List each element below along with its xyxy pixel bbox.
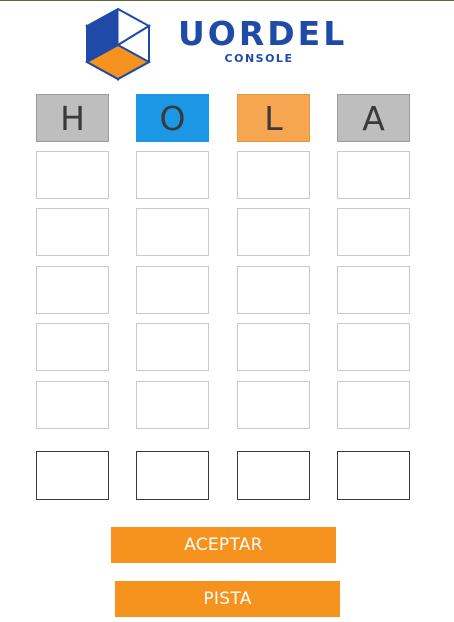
board-cell xyxy=(136,151,209,199)
cube-logo-icon xyxy=(85,7,151,81)
board-cell xyxy=(36,381,109,429)
board-cell xyxy=(237,323,310,371)
board-cell xyxy=(36,151,109,199)
board-cell xyxy=(36,208,109,256)
board-cell xyxy=(36,323,109,371)
letter-input-box[interactable] xyxy=(237,451,310,500)
accept-button[interactable]: ACEPTAR xyxy=(111,527,336,563)
letter-input-box[interactable] xyxy=(36,451,109,500)
board-cell xyxy=(36,266,109,314)
brand-title: UORDEL xyxy=(178,14,348,53)
board-cell xyxy=(237,266,310,314)
letter-input-box[interactable] xyxy=(136,451,209,500)
board-cell xyxy=(237,208,310,256)
board-cell xyxy=(136,323,209,371)
board-cell xyxy=(337,151,410,199)
board-cell xyxy=(237,381,310,429)
board-cell xyxy=(136,266,209,314)
board-cell xyxy=(337,323,410,371)
board-cell: L xyxy=(237,94,310,142)
board-cell: A xyxy=(337,94,410,142)
board-cell xyxy=(237,151,310,199)
board-cell xyxy=(136,208,209,256)
top-border-line xyxy=(0,0,454,1)
brand-subtitle: CONSOLE xyxy=(224,52,294,65)
letter-input-box[interactable] xyxy=(337,451,410,500)
board-cell xyxy=(337,208,410,256)
board-cell xyxy=(136,381,209,429)
board-cell xyxy=(337,266,410,314)
board-cell xyxy=(337,381,410,429)
board-cell: H xyxy=(36,94,109,142)
hint-button[interactable]: PISTA xyxy=(115,581,340,617)
board-cell: O xyxy=(136,94,209,142)
